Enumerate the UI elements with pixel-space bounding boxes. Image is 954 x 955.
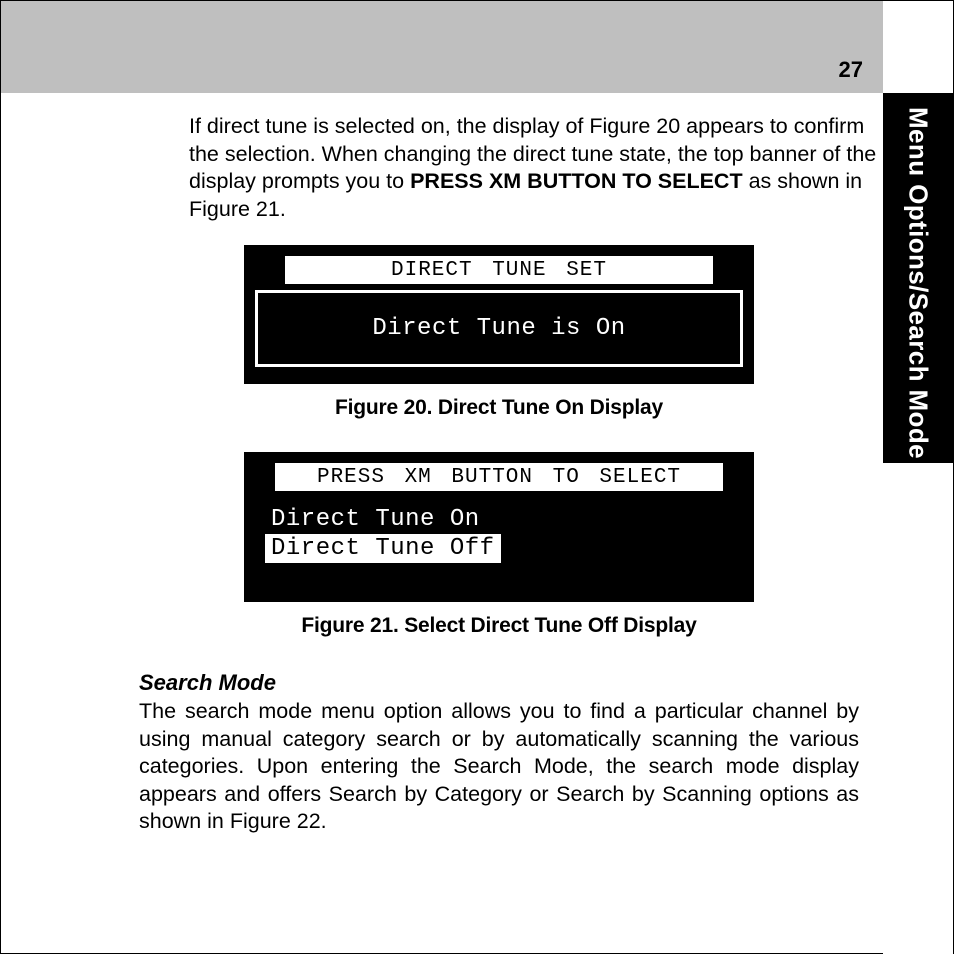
figure-20-banner: DIRECT TUNE SET xyxy=(285,256,713,284)
figure-21-caption: Figure 21. Select Direct Tune Off Displa… xyxy=(139,614,859,638)
side-tab-label: Menu Options/Search Mode xyxy=(883,93,953,463)
search-mode-body: The search mode menu option allows you t… xyxy=(139,698,859,836)
page-body: If direct tune is selected on, the displ… xyxy=(139,113,859,836)
figure-20-display: DIRECT TUNE SET Direct Tune is On xyxy=(244,245,754,384)
manual-page: 27 Menu Options/Search Mode If direct tu… xyxy=(0,0,954,954)
section-heading-search-mode: Search Mode xyxy=(139,670,859,696)
top-gray-bar: 27 xyxy=(1,1,885,93)
intro-bold: PRESS XM BUTTON TO SELECT xyxy=(410,169,743,193)
option-direct-tune-on: Direct Tune On xyxy=(265,505,733,534)
side-tab: Menu Options/Search Mode xyxy=(883,1,953,955)
figure-20-body: Direct Tune is On xyxy=(255,290,743,367)
option-direct-tune-off: Direct Tune Off xyxy=(265,534,501,563)
intro-paragraph: If direct tune is selected on, the displ… xyxy=(189,113,889,223)
figure-21-options: Direct Tune On Direct Tune Off xyxy=(255,505,743,585)
page-number: 27 xyxy=(839,57,863,83)
figure-20-caption: Figure 20. Direct Tune On Display xyxy=(139,396,859,420)
figure-21-banner: PRESS XM BUTTON TO SELECT xyxy=(275,463,723,491)
figure-21-display: PRESS XM BUTTON TO SELECT Direct Tune On… xyxy=(244,452,754,602)
